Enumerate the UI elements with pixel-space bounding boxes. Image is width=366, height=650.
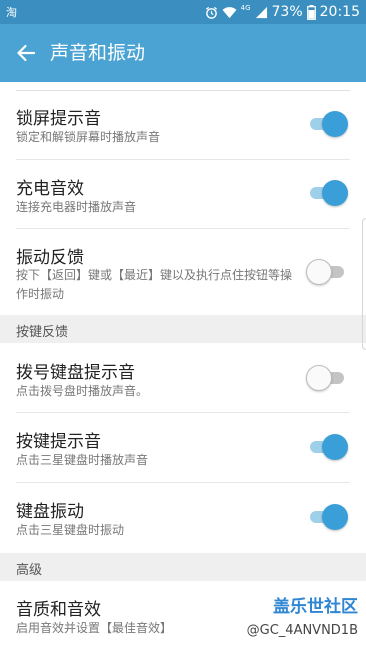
setting-subtitle: 连接充电器时播放声音: [16, 200, 137, 214]
section-header-advanced: 高级: [0, 553, 366, 581]
setting-title: 锁屏提示音: [16, 109, 101, 129]
back-arrow-icon: [17, 44, 36, 62]
setting-title: 按键提示音: [16, 432, 101, 452]
setting-keyboard-vibration[interactable]: 键盘振动 点击三星键盘时振动: [0, 483, 366, 553]
setting-vibration-feedback[interactable]: 振动反馈 按下【返回】键或【最近】键以及执行点住按钮等操作时振动: [0, 229, 366, 315]
status-bar: 淘 4G 73% 20:15: [0, 0, 366, 24]
setting-subtitle: 按下【返回】键或【最近】键以及执行点住按钮等操作时振动: [16, 268, 293, 301]
setting-key-tone[interactable]: 按键提示音 点击三星键盘时播放声音: [0, 413, 366, 483]
battery-icon: [306, 4, 316, 20]
setting-subtitle: 锁定和解锁屏幕时播放声音: [16, 130, 161, 144]
setting-subtitle: 点击三星键盘时播放声音: [16, 453, 149, 467]
watermark: 盖乐世社区 @GC_4ANVND1B: [247, 596, 358, 640]
key-tone-toggle[interactable]: [306, 434, 348, 460]
dialpad-tone-toggle[interactable]: [306, 365, 348, 391]
settings-list[interactable]: 锁屏提示音 锁定和解锁屏幕时播放声音 充电音效 连接充电器时播放声音 振动反馈 …: [0, 82, 366, 650]
watermark-logo: 盖乐世社区: [273, 597, 358, 617]
setting-subtitle: 点击三星键盘时振动: [16, 523, 125, 537]
keyboard-vibration-toggle[interactable]: [306, 504, 348, 530]
alarm-icon: [205, 6, 217, 19]
battery-percent: 73%: [271, 4, 303, 20]
setting-title: 充电音效: [16, 179, 84, 199]
setting-title: 振动反馈: [16, 248, 84, 268]
signal-icon: [255, 6, 267, 18]
wifi-icon: [222, 6, 237, 18]
setting-title: 拨号键盘提示音: [16, 363, 135, 383]
watermark-user: @GC_4ANVND1B: [246, 623, 358, 638]
taobao-notification-icon: 淘: [6, 6, 17, 19]
setting-title: 键盘振动: [16, 502, 84, 522]
setting-charge-sound[interactable]: 充电音效 连接充电器时播放声音: [0, 160, 366, 229]
section-title: 按键反馈: [16, 325, 69, 340]
setting-title: 音质和音效: [16, 600, 101, 620]
vibration-feedback-toggle[interactable]: [306, 259, 348, 285]
app-bar: 声音和振动: [0, 24, 366, 82]
back-button[interactable]: [12, 38, 40, 68]
setting-lock-sound[interactable]: 锁屏提示音 锁定和解锁屏幕时播放声音: [0, 91, 366, 160]
clock: 20:15: [319, 4, 360, 20]
lock-sound-toggle[interactable]: [306, 111, 348, 137]
network-type-label: 4G: [240, 4, 251, 12]
page-title: 声音和振动: [50, 42, 146, 64]
setting-subtitle: 点击拨号盘时播放声音。: [16, 384, 149, 398]
edge-panel-handle[interactable]: [362, 218, 366, 350]
charge-sound-toggle[interactable]: [306, 180, 348, 206]
section-title: 高级: [16, 563, 43, 578]
section-header-key-feedback: 按键反馈: [0, 315, 366, 343]
setting-dialpad-tone[interactable]: 拨号键盘提示音 点击拨号盘时播放声音。: [0, 343, 366, 413]
